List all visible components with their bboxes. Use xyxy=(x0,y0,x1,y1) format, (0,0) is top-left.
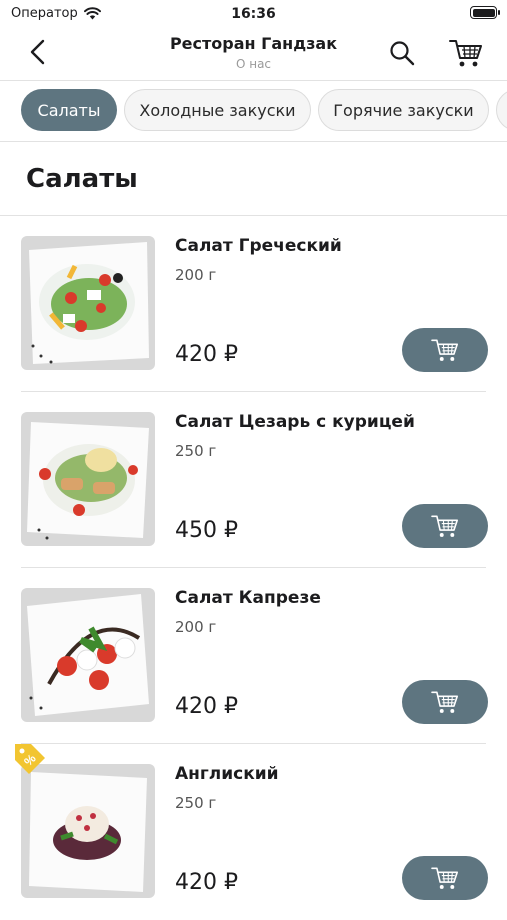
add-to-cart-button[interactable] xyxy=(402,328,488,372)
dish-price: 420 ₽ xyxy=(175,870,238,895)
tab-cold-appetizers[interactable]: Холодные закуски xyxy=(124,89,311,131)
menu-item[interactable]: Салат Капрезе 200 г 420 ₽ xyxy=(0,568,507,744)
navigation-bar: Ресторан Гандзак О нас xyxy=(0,28,507,81)
add-to-cart-button[interactable] xyxy=(402,504,488,548)
dish-photo xyxy=(21,236,155,370)
cart-icon xyxy=(431,691,458,713)
dish-photo xyxy=(21,764,155,898)
cart-icon[interactable] xyxy=(449,37,483,69)
menu-item[interactable]: % Англиский 250 г 420 ₽ xyxy=(0,744,507,920)
dish-weight: 200 г xyxy=(175,618,217,636)
dish-weight: 250 г xyxy=(175,794,217,812)
status-time: 16:36 xyxy=(231,6,276,22)
section-title: Салаты xyxy=(26,164,138,194)
tab-hot-appetizers[interactable]: Горячие закуски xyxy=(318,89,489,131)
cart-icon xyxy=(431,339,458,361)
dish-weight: 250 г xyxy=(175,442,217,460)
percent-tag-icon: % xyxy=(15,744,45,774)
menu-item[interactable]: Салат Цезарь с курицей 250 г 450 ₽ xyxy=(0,392,507,568)
dish-name: Англиский xyxy=(175,764,279,784)
status-bar: Оператор 16:36 xyxy=(0,0,507,28)
dish-name: Салат Цезарь с курицей xyxy=(175,412,415,432)
dish-weight: 200 г xyxy=(175,266,217,284)
dish-price: 450 ₽ xyxy=(175,518,238,543)
search-icon[interactable] xyxy=(388,39,416,67)
dish-name: Салат Греческий xyxy=(175,236,342,256)
dish-photo xyxy=(21,588,155,722)
cart-icon xyxy=(431,867,458,889)
battery-icon xyxy=(470,6,500,19)
dish-name: Салат Капрезе xyxy=(175,588,321,608)
dish-price: 420 ₽ xyxy=(175,694,238,719)
category-tabs: Салаты Холодные закуски Горячие закуски xyxy=(0,81,507,142)
dish-photo xyxy=(21,412,155,546)
tab-more[interactable] xyxy=(496,89,507,131)
page-title: Ресторан Гандзак xyxy=(169,34,338,53)
about-link[interactable]: О нас xyxy=(0,57,507,71)
tab-salads[interactable]: Салаты xyxy=(21,89,117,131)
add-to-cart-button[interactable] xyxy=(402,856,488,900)
cart-icon xyxy=(431,515,458,537)
dish-price: 420 ₽ xyxy=(175,342,238,367)
add-to-cart-button[interactable] xyxy=(402,680,488,724)
menu-item[interactable]: Салат Греческий 200 г 420 ₽ xyxy=(0,216,507,392)
